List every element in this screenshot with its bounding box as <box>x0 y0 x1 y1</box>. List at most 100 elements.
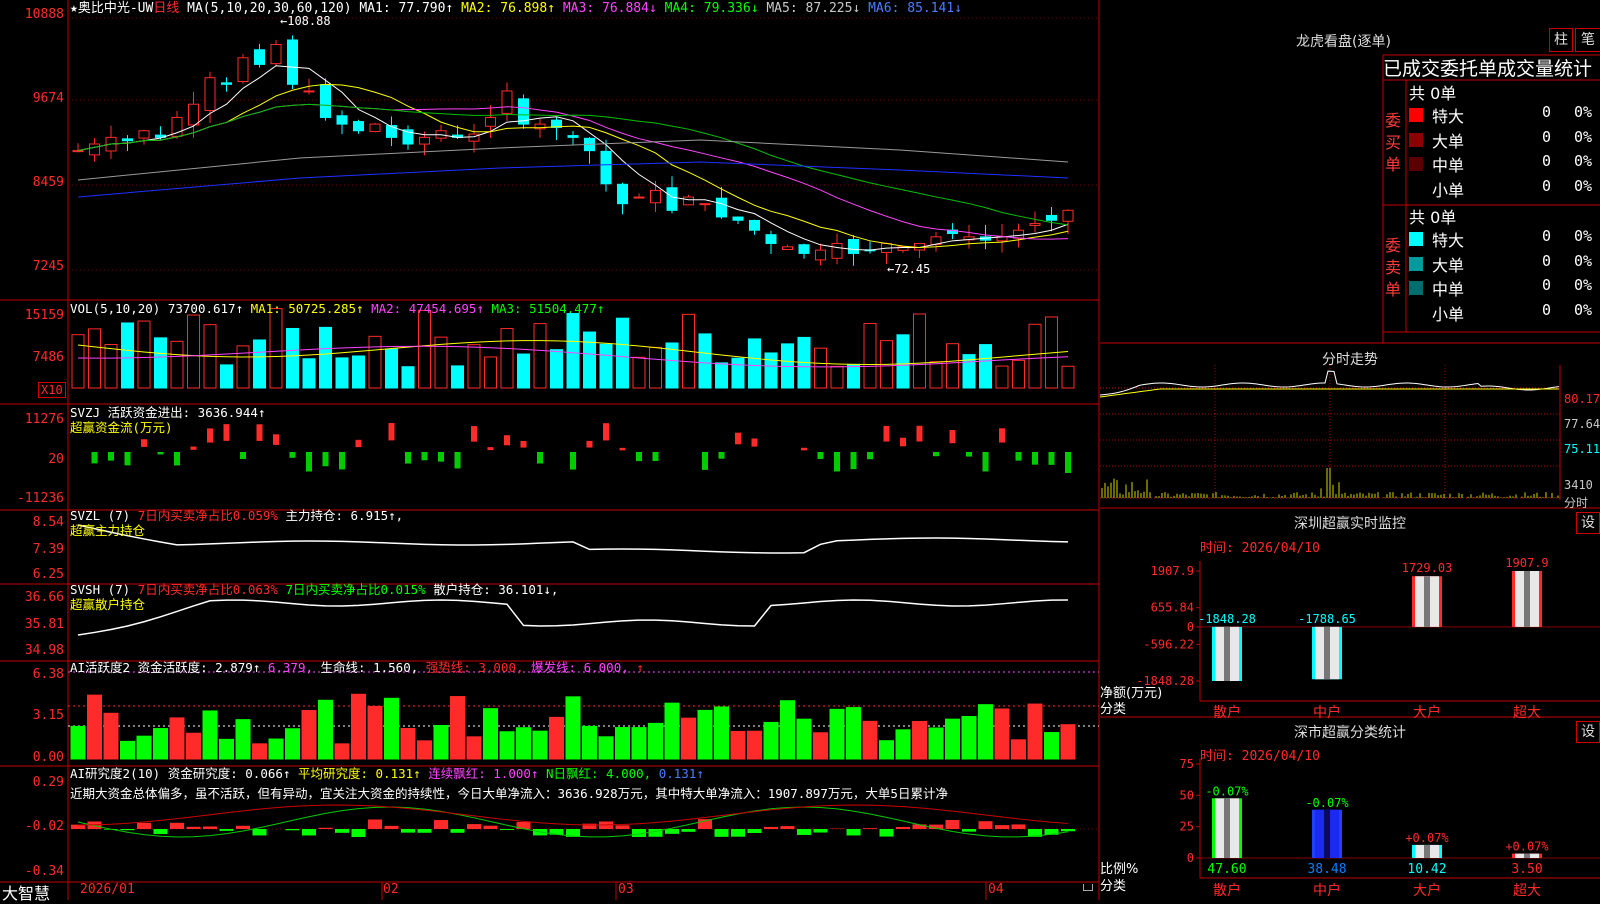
volume-bar <box>518 354 530 388</box>
sell-color-swatch <box>1409 306 1423 320</box>
flow-bar <box>224 424 230 441</box>
classify-time: 时间: 2026/04/10 <box>1200 745 1320 764</box>
candle-body <box>1047 215 1057 220</box>
lock-icon[interactable] <box>1083 884 1093 891</box>
candle-body <box>700 204 710 205</box>
flow-bar <box>603 423 609 440</box>
activity-bar <box>88 695 102 759</box>
ma3-value: MA3: 76.884↓ <box>563 1 657 16</box>
activity-bar <box>484 709 498 759</box>
activity-bar <box>154 729 168 759</box>
volume-bar <box>600 344 612 388</box>
volume-bar <box>122 323 134 388</box>
flow-bar <box>92 452 98 463</box>
buy-row-name: 小单 <box>1432 177 1464 201</box>
flow-bar <box>1065 452 1071 473</box>
volume-bar <box>287 328 299 388</box>
sell-row-percent: 0% <box>1574 227 1592 245</box>
period-label[interactable]: 日线 <box>153 1 179 16</box>
candle-body <box>816 250 826 260</box>
research-bar <box>319 828 333 829</box>
classify-change-label: -0.07% <box>1305 796 1349 810</box>
buy-row-percent: 0% <box>1574 128 1592 146</box>
candle-body <box>502 91 512 113</box>
volume-bar <box>765 353 777 388</box>
column-view-button[interactable]: 柱 <box>1549 28 1573 52</box>
classify-bar <box>1412 845 1442 858</box>
ai-activity-header: AI活跃度2 资金活跃度: 2.879↑ 6.379, 生命线: 1.560, … <box>70 660 644 676</box>
svzj-axis-label: 20 <box>0 452 64 467</box>
activity-bar <box>434 725 448 759</box>
monitor-settings-button[interactable]: 设 <box>1576 512 1600 534</box>
activity-bar <box>253 744 267 759</box>
activity-bar <box>385 698 399 759</box>
flow-bar <box>273 434 279 445</box>
ma4-value: MA4: 79.336↓ <box>665 1 759 16</box>
volume-bar <box>930 362 942 388</box>
candle-body <box>667 188 677 211</box>
star-icon[interactable]: ★ <box>70 1 78 16</box>
research-bar <box>665 829 679 834</box>
svzl-axis-label: 8.54 <box>0 515 64 530</box>
candle-body <box>783 247 793 250</box>
flow-bar <box>207 428 213 442</box>
research-bar <box>335 829 349 833</box>
vol-unit-badge[interactable]: X10 <box>38 382 66 398</box>
research-bar <box>1012 824 1026 829</box>
activity-bar <box>1028 704 1042 759</box>
classify-change-label: +0.07% <box>1405 831 1449 845</box>
holding-line <box>78 525 1068 553</box>
date-label: 04 <box>988 882 1004 897</box>
buy-side-label: 委买单 <box>1383 110 1403 176</box>
flow-bar <box>917 426 923 442</box>
research-bar <box>121 829 135 830</box>
buy-row-percent: 0% <box>1574 103 1592 121</box>
buy-total: 共 0单 <box>1409 80 1456 104</box>
sell-row-percent: 0% <box>1574 276 1592 294</box>
lhb-heading: 已成交委托单成交量统计 <box>1383 54 1592 81</box>
monitor-bar-label: 1729.03 <box>1402 561 1453 575</box>
intraday-axis-label: 80.17 <box>1564 392 1600 406</box>
flow-bar <box>636 452 642 461</box>
stock-name: 奥比中光-UW <box>78 1 153 16</box>
tick-view-button[interactable]: 笔 <box>1575 28 1600 52</box>
sell-color-swatch <box>1409 232 1423 246</box>
activity-bar <box>665 703 679 759</box>
activity-bar <box>814 733 828 759</box>
classify-value-label: 38.48 <box>1307 862 1346 877</box>
activity-bar <box>715 707 729 759</box>
activity-bar <box>830 709 844 759</box>
candle-body <box>288 40 298 84</box>
sell-row-percent: 0% <box>1574 301 1592 319</box>
svzl-axis-label: 6.25 <box>0 567 64 582</box>
research-bar <box>220 829 234 831</box>
flow-bar <box>719 452 725 459</box>
flow-bar <box>900 438 906 447</box>
candle-body <box>222 83 232 84</box>
kline-chart-canvas[interactable] <box>0 0 1100 900</box>
candle-body <box>634 197 644 198</box>
classify-value-label: 3.50 <box>1511 862 1542 877</box>
ma6-line <box>78 162 1068 197</box>
monitor-bar-stripe <box>1324 627 1330 679</box>
price-header: ★奥比中光-UW日线 MA(5,10,20,30,60,120) MA1: 77… <box>70 1 962 17</box>
flow-bar <box>339 452 345 469</box>
ma5-line <box>78 140 1068 180</box>
volume-bar <box>980 345 992 388</box>
flow-bar <box>999 428 1005 442</box>
monitor-category-label: 大户 <box>1413 704 1441 721</box>
monitor-bar-label: -1788.65 <box>1298 612 1356 626</box>
monitor-bar <box>1212 627 1242 681</box>
chart-area[interactable]: ★奥比中光-UW日线 MA(5,10,20,30,60,120) MA1: 77… <box>0 0 1100 900</box>
flow-bar <box>702 452 708 470</box>
flow-bar <box>323 452 329 466</box>
svzj-subtitle: 超赢资金流(万元) <box>70 420 173 436</box>
activity-bar <box>929 728 943 759</box>
volume-bar <box>699 334 711 388</box>
svzj-axis-label: -11236 <box>0 491 64 506</box>
classify-value-label: 47.60 <box>1207 862 1246 877</box>
date-label: 02 <box>383 882 399 897</box>
volume-bar <box>716 363 728 388</box>
volume-bar <box>914 314 926 388</box>
classify-settings-button[interactable]: 设 <box>1576 721 1600 743</box>
